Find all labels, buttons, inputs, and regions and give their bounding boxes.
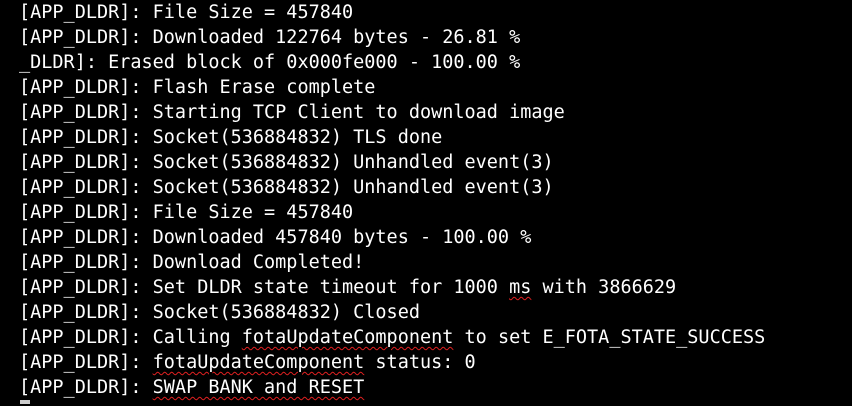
log-text: [APP_DLDR]: Set DLDR state timeout for 1… (19, 277, 510, 298)
log-text: [APP_DLDR]: File Size = 457840 (19, 202, 354, 223)
log-text: [APP_DLDR]: (19, 352, 153, 373)
log-line: [APP_DLDR]: Download Completed! (19, 250, 852, 275)
log-line: _DLDR]: Erased block of 0x000fe000 - 100… (19, 50, 852, 75)
log-line: [APP_DLDR]: File Size = 457840 (19, 0, 852, 25)
log-text: [APP_DLDR]: Socket(536884832) Closed (19, 302, 420, 323)
log-text: [APP_DLDR]: Socket(536884832) TLS done (19, 127, 443, 148)
log-text: [APP_DLDR]: Downloaded 457840 bytes - 10… (19, 227, 532, 248)
log-line: [APP_DLDR]: Downloaded 122764 bytes - 26… (19, 25, 852, 50)
log-text: status: 0 (364, 352, 476, 373)
log-line: [APP_DLDR]: fotaUpdateComponent status: … (19, 350, 852, 375)
log-lines: [APP_DLDR]: File Size = 457840 [APP_DLDR]… (19, 0, 852, 400)
log-line: [APP_DLDR]: Set DLDR state timeout for 1… (19, 275, 852, 300)
log-line: [APP_DLDR]: Flash Erase complete (19, 75, 852, 100)
log-line: [APP_DLDR]: Socket(536884832) Unhandled … (19, 150, 852, 175)
log-text: [APP_DLDR]: File Size = 457840 (19, 2, 354, 23)
log-line: [APP_DLDR]: File Size = 457840 (19, 200, 852, 225)
log-text: [APP_DLDR]: Download Completed! (19, 252, 365, 273)
log-text: with 3866629 (531, 277, 677, 298)
spellcheck-flagged-text: SWAP BANK and RESET (152, 377, 365, 398)
spellcheck-flagged-text: ms (509, 277, 532, 298)
log-text: [APP_DLDR]: (19, 377, 153, 398)
log-line: [APP_DLDR]: Socket(536884832) Unhandled … (19, 175, 852, 200)
terminal-output[interactable]: [APP_DLDR]: File Size = 457840 [APP_DLDR]… (0, 0, 852, 406)
log-text: _DLDR]: Erased block of 0x000fe000 - 100… (19, 52, 521, 73)
log-line: [APP_DLDR]: Calling fotaUpdateComponent … (19, 325, 852, 350)
text-cursor (20, 400, 30, 404)
log-text: [APP_DLDR]: Downloaded 122764 bytes - 26… (19, 27, 521, 48)
log-text: [APP_DLDR]: Socket(536884832) Unhandled … (19, 177, 554, 198)
log-line: [APP_DLDR]: Socket(536884832) TLS done (19, 125, 852, 150)
log-line: [APP_DLDR]: Socket(536884832) Closed (19, 300, 852, 325)
log-text: [APP_DLDR]: Calling (19, 327, 242, 348)
log-text: [APP_DLDR]: Starting TCP Client to downl… (19, 102, 565, 123)
log-text: [APP_DLDR]: Socket(536884832) Unhandled … (19, 152, 554, 173)
log-line: [APP_DLDR]: Downloaded 457840 bytes - 10… (19, 225, 852, 250)
log-line: [APP_DLDR]: Starting TCP Client to downl… (19, 100, 852, 125)
spellcheck-flagged-text: fotaUpdateComponent (241, 327, 454, 348)
spellcheck-flagged-text: fotaUpdateComponent (152, 352, 365, 373)
log-text: [APP_DLDR]: Flash Erase complete (19, 77, 376, 98)
log-text: to set E_FOTA_STATE_SUCCESS (453, 327, 766, 348)
log-line: [APP_DLDR]: SWAP BANK and RESET (19, 375, 852, 400)
